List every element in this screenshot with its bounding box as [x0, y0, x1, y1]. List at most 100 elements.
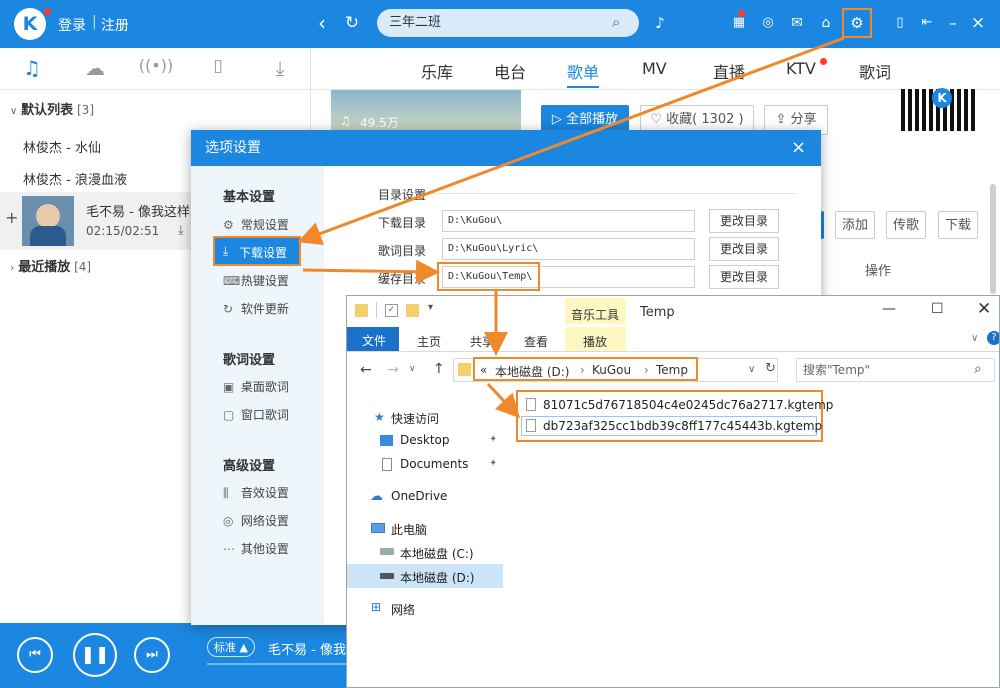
minimize-icon[interactable]: —: [882, 301, 896, 317]
sidebar-item-window-lyrics[interactable]: ▢ 窗口歌词: [223, 406, 289, 423]
default-list-header[interactable]: ∨ 默认列表 [3]: [10, 99, 94, 118]
sidebar-item-sound[interactable]: ⫼ 音效设置: [223, 484, 289, 501]
lyrics-dir-input[interactable]: D:\KuGou\Lyric\: [442, 238, 695, 260]
sidebar-item-network[interactable]: ◎ 网络设置: [223, 512, 289, 529]
ribbon-play[interactable]: 播放: [583, 333, 607, 350]
sidebar-item-hotkey[interactable]: ⌨ 热键设置: [223, 272, 289, 289]
list-item[interactable]: 林俊杰 - 浪漫血液: [23, 169, 127, 188]
change-cache-dir-button[interactable]: 更改目录: [709, 265, 779, 289]
recent-header[interactable]: › 最近播放 [4]: [10, 256, 91, 275]
tab-playlist[interactable]: 歌单: [567, 59, 599, 83]
search-icon[interactable]: ⌕: [612, 13, 620, 31]
quality-badge[interactable]: 标准 ▲: [207, 637, 255, 657]
pin-icon[interactable]: ✦: [489, 458, 497, 469]
maximize-icon[interactable]: ☐: [931, 301, 944, 317]
sidebar-item-update[interactable]: ↻ 软件更新: [223, 300, 289, 317]
download-button[interactable]: 下载: [938, 211, 978, 239]
send-button[interactable]: 传歌: [886, 211, 926, 239]
nav-quick-access[interactable]: 快速访问: [391, 410, 439, 427]
close-icon[interactable]: ×: [967, 12, 989, 34]
register-link[interactable]: 注册: [101, 15, 129, 35]
login-link[interactable]: 登录: [58, 15, 86, 35]
search-input[interactable]: 三年二班: [377, 9, 639, 37]
tab-lyrics[interactable]: 歌词: [859, 59, 891, 83]
sidebar-item-general[interactable]: ⚙ 常规设置: [223, 216, 289, 233]
close-icon[interactable]: ✕: [977, 299, 991, 319]
prev-button[interactable]: ⏮: [17, 637, 53, 673]
mail-icon[interactable]: ✉: [786, 12, 808, 34]
nav-network[interactable]: 网络: [391, 601, 415, 618]
recent-locations-icon[interactable]: ∨: [409, 364, 416, 374]
cloud-icon[interactable]: ☁: [75, 56, 115, 80]
minimize-icon[interactable]: –: [942, 12, 964, 34]
dialog-close-icon[interactable]: ×: [791, 137, 806, 158]
search-icon[interactable]: ⌕: [974, 361, 982, 377]
album-thumbnail: [22, 196, 74, 246]
ribbon-share[interactable]: 共享: [470, 333, 494, 350]
back-arrow-icon[interactable]: ←: [360, 362, 372, 378]
file-item[interactable]: db723af325cc1bdb39c8ff177c45443b.kgtemp: [543, 419, 822, 433]
progress-bar[interactable]: [207, 663, 346, 665]
change-lyrics-dir-button[interactable]: 更改目录: [709, 237, 779, 261]
up-arrow-icon[interactable]: ↑: [433, 361, 445, 377]
nav-documents[interactable]: Documents: [400, 457, 468, 471]
scrollbar[interactable]: [990, 184, 996, 294]
recent-count: [4]: [74, 260, 92, 274]
back-icon[interactable]: ‹: [311, 12, 333, 34]
ribbon-view[interactable]: 查看: [524, 333, 548, 350]
phone-icon[interactable]: ▯: [198, 56, 238, 76]
radio-icon[interactable]: ((•)): [136, 56, 176, 75]
gear-icon[interactable]: ⚙: [846, 12, 868, 34]
breadcrumb-drive-d[interactable]: 本地磁盘 (D:): [495, 363, 569, 380]
ribbon-home[interactable]: 主页: [417, 333, 441, 350]
nav-onedrive[interactable]: OneDrive: [391, 489, 447, 503]
music-icon[interactable]: ♫: [12, 56, 52, 80]
address-dropdown-icon[interactable]: ∨: [748, 364, 755, 375]
download-icon: ⤓: [223, 244, 229, 258]
breadcrumb-temp[interactable]: Temp: [656, 363, 688, 377]
breadcrumb-overflow[interactable]: «: [480, 363, 487, 377]
folder-icon: [355, 304, 368, 317]
next-button[interactable]: ⏭: [134, 637, 170, 673]
add-icon[interactable]: +: [5, 208, 18, 227]
skin-icon[interactable]: ⌂: [815, 12, 837, 34]
tab-library[interactable]: 乐库: [421, 59, 453, 83]
download-icon[interactable]: ⤓: [260, 56, 300, 80]
nav-drive-d[interactable]: 本地磁盘 (D:): [400, 569, 474, 586]
tab-radio[interactable]: 电台: [494, 59, 526, 83]
explorer-search-input[interactable]: 搜索"Temp": [796, 358, 995, 382]
quick-access-dropdown-icon[interactable]: ▾: [428, 302, 433, 313]
pause-button[interactable]: ❚❚: [73, 633, 117, 677]
sidebar-item-other[interactable]: ⋯ 其他设置: [223, 540, 289, 557]
nav-drive-c[interactable]: 本地磁盘 (C:): [400, 545, 474, 562]
ribbon-expand-icon[interactable]: ∨: [971, 333, 978, 344]
new-folder-icon[interactable]: [406, 304, 419, 317]
breadcrumb-kugou[interactable]: KuGou: [592, 363, 631, 377]
refresh-icon[interactable]: ↻: [765, 361, 776, 376]
voice-icon[interactable]: ♪: [649, 12, 671, 34]
pin-icon[interactable]: ✦: [489, 434, 497, 445]
sidebar-item-download[interactable]: ⤓ 下载设置: [213, 236, 301, 266]
download-icon[interactable]: ⤓: [178, 223, 184, 238]
forward-arrow-icon[interactable]: →: [387, 362, 399, 378]
refresh-icon[interactable]: ↻: [341, 12, 363, 34]
add-button[interactable]: 添加: [835, 211, 875, 239]
documents-icon: [382, 458, 392, 471]
sidebar-item-desktop-lyrics[interactable]: ▣ 桌面歌词: [223, 378, 289, 395]
mini-mode-icon[interactable]: ▯: [889, 12, 911, 34]
properties-icon[interactable]: ✓: [385, 304, 398, 317]
file-item[interactable]: 81071c5d76718504c4e0245dc76a2717.kgtemp: [543, 398, 833, 412]
nav-this-pc[interactable]: 此电脑: [391, 521, 427, 538]
kugou-logo[interactable]: K: [14, 8, 46, 40]
help-icon[interactable]: ?: [987, 331, 999, 345]
tab-live[interactable]: 直播: [713, 59, 745, 83]
list-item[interactable]: 林俊杰 - 水仙: [23, 137, 101, 156]
exit-icon[interactable]: ⇤: [916, 12, 938, 34]
change-download-dir-button[interactable]: 更改目录: [709, 209, 779, 233]
game-icon[interactable]: ◎: [757, 12, 779, 34]
nav-desktop[interactable]: Desktop: [400, 433, 450, 447]
tab-ktv[interactable]: KTV: [786, 59, 816, 78]
default-list-label: 默认列表: [21, 103, 74, 118]
tab-mv[interactable]: MV: [642, 59, 667, 78]
download-dir-input[interactable]: D:\KuGou\: [442, 210, 695, 232]
